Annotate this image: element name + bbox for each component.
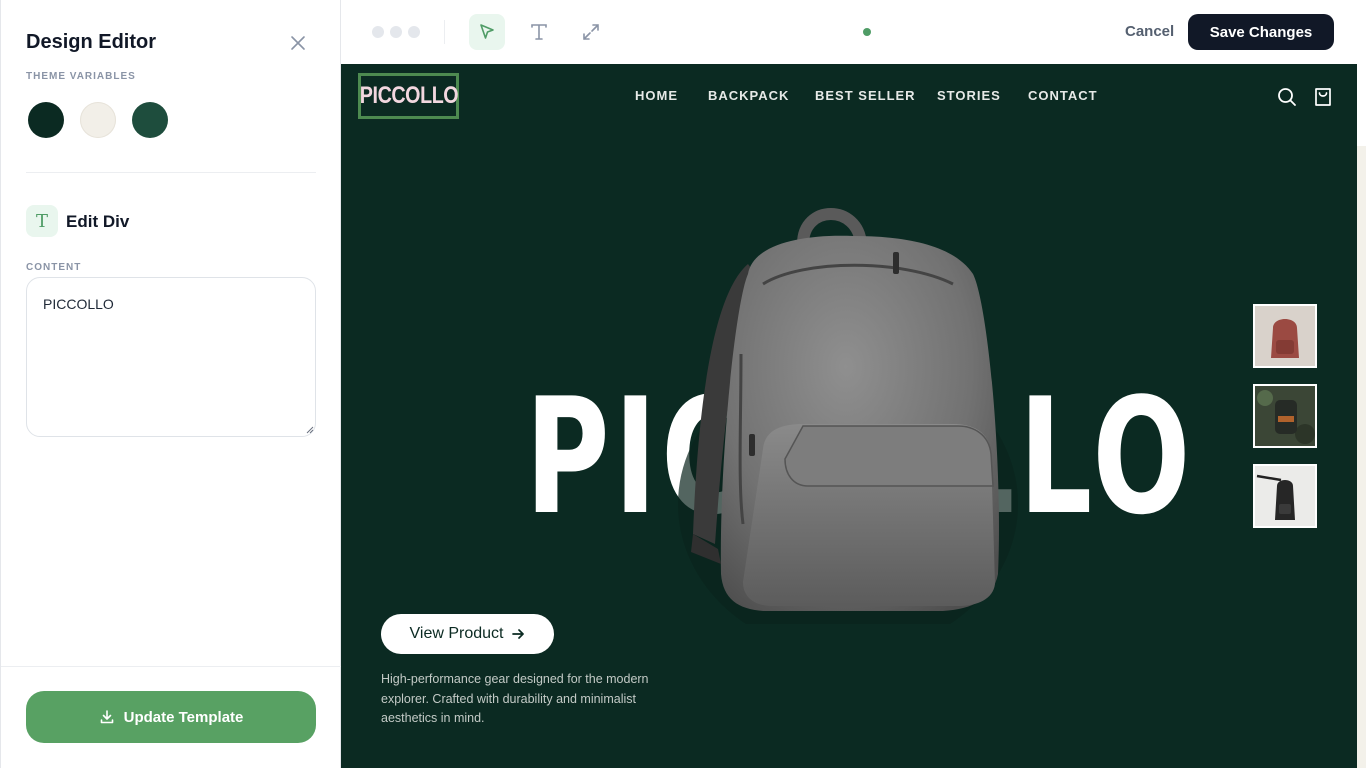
nav-home[interactable]: HOME (635, 88, 678, 103)
search-icon[interactable] (1276, 86, 1298, 108)
thumbnail-red-backpack[interactable] (1253, 304, 1317, 368)
status-indicator (863, 28, 871, 36)
window-dot (390, 26, 402, 38)
cart-icon[interactable] (1312, 86, 1334, 108)
window-dot (372, 26, 384, 38)
theme-variables-label: THEME VARIABLES (26, 71, 136, 82)
thumbnail-camo-backpack[interactable] (1253, 384, 1317, 448)
logo-text: PICCOLLO (359, 82, 458, 109)
theme-color-swatch-cream[interactable] (80, 102, 116, 138)
cancel-button[interactable]: Cancel (1125, 23, 1174, 40)
theme-color-swatch-green[interactable] (132, 102, 168, 138)
content-label: CONTENT (26, 262, 82, 273)
thumbnail-black-backpack[interactable] (1253, 464, 1317, 528)
editor-toolbar: Cancel Save Changes (341, 0, 1366, 64)
view-product-button[interactable]: View Product (381, 614, 554, 654)
text-tool-button[interactable] (521, 14, 557, 50)
site-logo[interactable]: PICCOLLO (358, 73, 459, 119)
text-element-icon: T (26, 205, 58, 237)
edit-element-title: Edit Div (66, 212, 130, 231)
expand-icon (583, 24, 599, 40)
black-backpack-thumbnail (1255, 466, 1315, 526)
update-template-button[interactable]: Update Template (26, 691, 316, 743)
nav-best-seller[interactable]: BEST SELLER (815, 88, 916, 103)
update-template-label: Update Template (123, 708, 244, 726)
section-divider (26, 172, 316, 173)
backpack-image (678, 208, 1018, 624)
preview-scrollbar-thumb[interactable] (1357, 146, 1366, 768)
select-tool-button[interactable] (469, 14, 505, 50)
theme-color-swatch-dark[interactable] (28, 102, 64, 138)
fullscreen-tool-button[interactable] (573, 14, 609, 50)
panel-title: Design Editor (26, 31, 157, 53)
text-icon (531, 24, 547, 40)
arrow-right-icon (512, 629, 525, 639)
content-textarea[interactable]: PICCOLLO (26, 277, 316, 437)
save-changes-button[interactable]: Save Changes (1188, 14, 1334, 50)
download-icon (100, 710, 113, 724)
design-editor-panel: Design Editor THEME VARIABLES T Edit Div… (0, 0, 341, 768)
hero-description: High-performance gear designed for the m… (381, 672, 649, 725)
view-product-label: View Product (409, 625, 504, 642)
site-preview: PICCOLLO HOME BACKPACK BEST SELLER STORI… (341, 64, 1357, 768)
close-icon[interactable] (288, 33, 308, 53)
nav-stories[interactable]: STORIES (937, 88, 1001, 103)
window-dot (408, 26, 420, 38)
footer-divider (1, 666, 341, 667)
red-backpack-thumbnail (1255, 306, 1315, 366)
nav-backpack[interactable]: BACKPACK (708, 88, 789, 103)
camo-backpack-thumbnail (1255, 386, 1315, 446)
cursor-icon (480, 24, 494, 39)
toolbar-separator (444, 20, 445, 44)
resize-grip-icon[interactable] (305, 425, 314, 434)
nav-contact[interactable]: CONTACT (1028, 88, 1098, 103)
